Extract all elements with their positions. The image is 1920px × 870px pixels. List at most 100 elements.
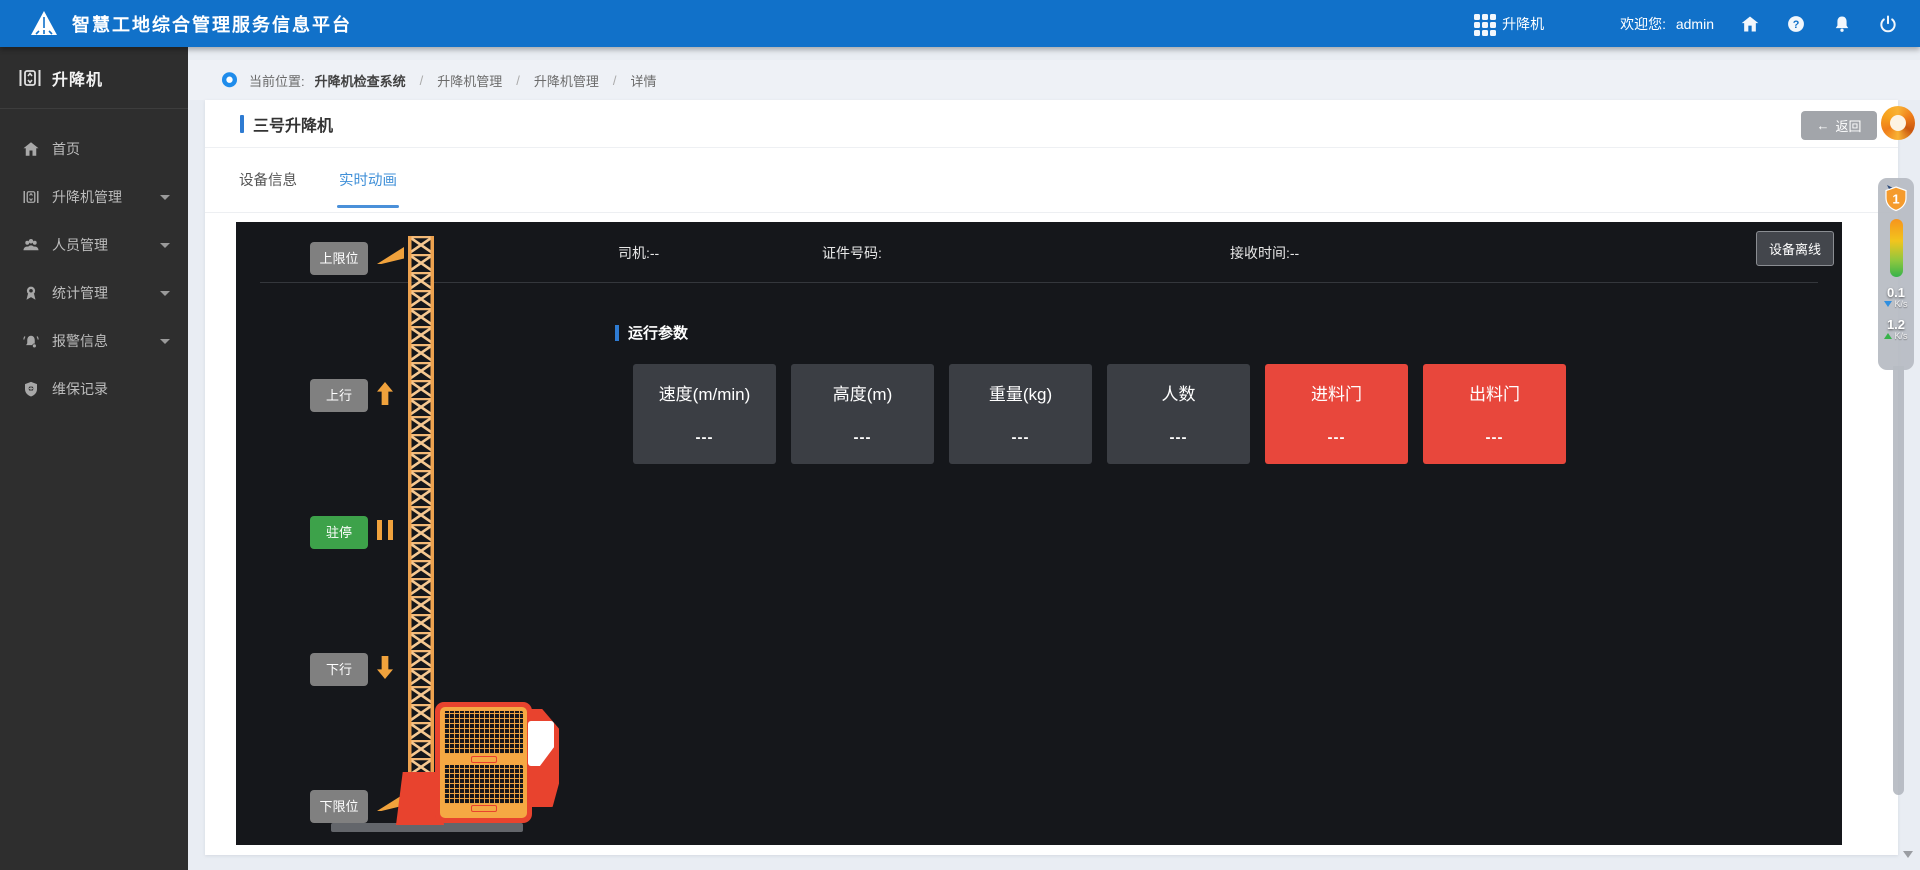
sidebar-item-lift-management[interactable]: 升降机管理 <box>0 173 188 221</box>
scrollbar-thumb[interactable] <box>1893 366 1904 795</box>
scrollbar-down-arrow[interactable] <box>1903 851 1913 858</box>
download-speed-unit: K/s <box>1894 300 1907 309</box>
chevron-down-icon <box>160 243 170 248</box>
params-section-header: 运行参数 <box>615 322 688 343</box>
upload-speed: 1.2 K/s <box>1884 318 1907 341</box>
upload-speed-unit: K/s <box>1894 332 1907 341</box>
arrow-up-icon <box>377 382 393 405</box>
driver-value: -- <box>650 245 659 261</box>
param-label: 重量(kg) <box>989 380 1052 405</box>
sidebar-item-label: 报警信息 <box>52 331 108 351</box>
network-speed-widget[interactable]: 1 0.1 K/s 1.2 K/s <box>1878 178 1914 370</box>
help-icon[interactable]: ? <box>1786 14 1806 34</box>
tab-live-animation[interactable]: 实时动画 <box>337 169 399 212</box>
lower-limit-badge: 下限位 <box>310 790 368 823</box>
home-icon[interactable] <box>1740 14 1760 34</box>
descend-badge: 下行 <box>310 653 368 686</box>
svg-text:?: ? <box>1793 18 1800 30</box>
maintenance-icon <box>22 380 40 398</box>
portal-label[interactable]: 升降机 <box>1502 14 1544 34</box>
param-value: --- <box>1486 429 1504 446</box>
breadcrumb-item[interactable]: 升降机管理 <box>437 71 502 90</box>
elevator-icon <box>18 66 42 90</box>
param-label: 出料门 <box>1469 380 1520 405</box>
arrow-down-icon <box>377 656 393 679</box>
tab-device-info[interactable]: 设备信息 <box>237 169 299 212</box>
sidebar-menu: 首页 升降机管理 人员管理 统计管理 报警信息 <box>0 125 188 413</box>
username[interactable]: admin <box>1676 16 1714 32</box>
breadcrumb: 当前位置: 升降机检查系统 / 升降机管理 / 升降机管理 / 详情 <box>188 60 1920 100</box>
content-card: 三号升降机 ← 返回 设备信息 实时动画 上限位 上行 驻停 下行 下限位 <box>205 100 1898 855</box>
params-row: 速度(m/min) --- 高度(m) --- 重量(kg) --- 人数 --… <box>633 364 1566 464</box>
welcome-text: 欢迎您: admin <box>1620 14 1714 34</box>
brand: 智慧工地综合管理服务信息平台 <box>0 8 352 40</box>
cage-mesh-lower <box>444 765 523 804</box>
users-icon <box>22 236 40 254</box>
sidebar-item-maintenance[interactable]: 维保记录 <box>0 365 188 413</box>
sidebar-item-alarms[interactable]: 报警信息 <box>0 317 188 365</box>
param-value: --- <box>696 429 714 446</box>
home-icon <box>22 140 40 158</box>
stats-icon <box>22 284 40 302</box>
mast-graphic <box>408 236 434 784</box>
sidebar: 升降机 首页 升降机管理 人员管理 统计管理 <box>0 47 188 870</box>
receive-time-label: 接收时间: <box>1230 245 1290 261</box>
sidebar-item-home[interactable]: 首页 <box>0 125 188 173</box>
location-pin-icon <box>220 71 239 90</box>
param-value: --- <box>1170 429 1188 446</box>
sidebar-item-personnel[interactable]: 人员管理 <box>0 221 188 269</box>
param-label: 高度(m) <box>833 380 892 405</box>
breadcrumb-separator: / <box>420 73 424 88</box>
apps-grid-icon[interactable] <box>1474 14 1494 34</box>
param-card-inlet-door: 进料门 --- <box>1265 364 1408 464</box>
cage-mesh-upper <box>444 711 523 754</box>
cert-info: 证件号码: <box>822 243 882 263</box>
breadcrumb-separator: / <box>516 73 520 88</box>
breadcrumb-root: 升降机检查系统 <box>315 71 406 90</box>
breadcrumb-separator: / <box>613 73 617 88</box>
pause-icon <box>377 520 393 540</box>
speed-gauge-bar <box>1890 219 1903 277</box>
lift-cage-graphic <box>435 702 532 823</box>
lift-icon <box>22 188 40 206</box>
param-value: --- <box>1328 429 1346 446</box>
alarm-icon <box>22 332 40 350</box>
sidebar-header: 升降机 <box>0 47 188 109</box>
logo-icon <box>28 8 60 40</box>
sidebar-item-label: 首页 <box>52 139 80 159</box>
live-animation-panel: 上限位 上行 驻停 下行 下限位 <box>236 222 1842 845</box>
upper-limit-badge: 上限位 <box>310 242 368 275</box>
driver-info: 司机:-- <box>618 243 659 263</box>
param-label: 人数 <box>1162 380 1196 405</box>
cert-label: 证件号码: <box>822 245 882 261</box>
download-arrow-icon <box>1884 301 1892 307</box>
download-speed-value: 0.1 <box>1884 286 1907 300</box>
sidebar-item-statistics[interactable]: 统计管理 <box>0 269 188 317</box>
bell-icon[interactable] <box>1832 14 1852 34</box>
cage-body <box>440 707 527 818</box>
back-label: 返回 <box>1835 116 1861 135</box>
main-area: 当前位置: 升降机检查系统 / 升降机管理 / 升降机管理 / 详情 三号升降机… <box>188 47 1920 870</box>
breadcrumb-item[interactable]: 详情 <box>631 71 657 90</box>
param-card-people: 人数 --- <box>1107 364 1250 464</box>
panel-divider <box>260 282 1818 283</box>
param-card-height: 高度(m) --- <box>791 364 934 464</box>
portal-switch[interactable]: 升降机 <box>1474 14 1544 34</box>
flag-icon <box>377 247 404 264</box>
back-button[interactable]: ← 返回 <box>1801 111 1877 140</box>
device-offline-button[interactable]: 设备离线 <box>1756 231 1834 266</box>
download-speed: 0.1 K/s <box>1884 286 1907 309</box>
shield-badge-icon[interactable]: 1 <box>1883 184 1909 212</box>
section-accent-bar <box>615 325 619 341</box>
title-accent-bar <box>240 115 244 133</box>
chevron-down-icon <box>160 291 170 296</box>
browser-plugin-spinner-icon[interactable] <box>1881 106 1915 140</box>
power-icon[interactable] <box>1878 14 1898 34</box>
upload-speed-value: 1.2 <box>1884 318 1907 332</box>
cab-window <box>528 721 554 766</box>
ascend-badge: 上行 <box>310 379 368 412</box>
welcome-label: 欢迎您: <box>1620 16 1666 32</box>
breadcrumb-item[interactable]: 升降机管理 <box>534 71 599 90</box>
param-label: 速度(m/min) <box>659 380 751 405</box>
cage-latch <box>471 756 497 763</box>
